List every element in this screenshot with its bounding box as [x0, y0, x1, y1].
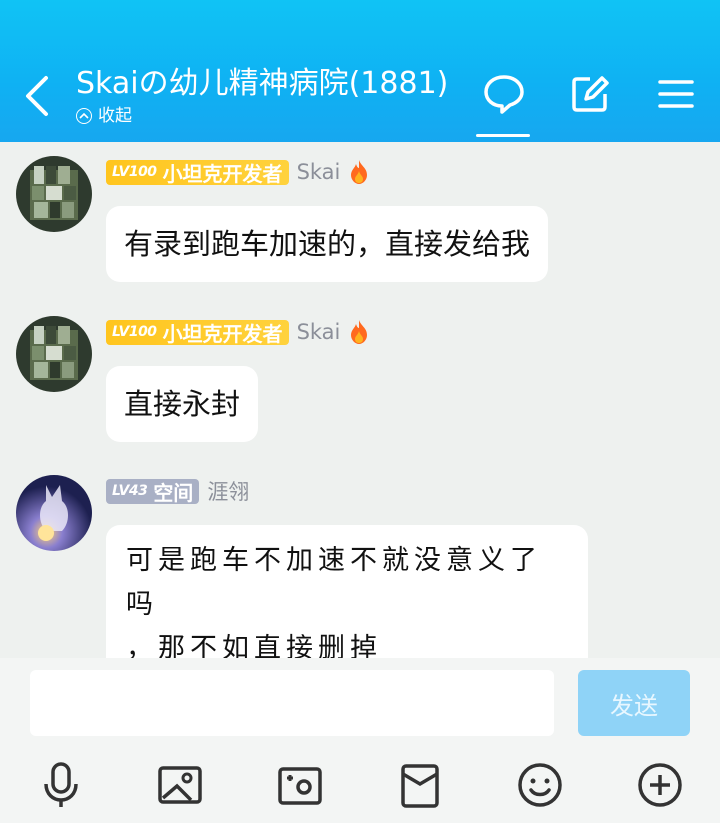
message-meta: LV43 空间 涯翎	[106, 476, 249, 506]
active-tab-indicator	[476, 134, 530, 137]
red-packet-icon[interactable]	[397, 760, 443, 810]
image-icon[interactable]	[157, 760, 203, 810]
plus-icon[interactable]	[637, 760, 683, 810]
group-title[interactable]: Skaiの幼儿精神病院(1881)	[76, 66, 448, 102]
avatar[interactable]	[16, 316, 92, 392]
collapse-toggle[interactable]: 收起	[76, 106, 132, 126]
chevron-up-icon	[76, 108, 92, 124]
fire-icon	[351, 160, 368, 184]
message-meta: LV100 小坦克开发者 Skai	[106, 159, 370, 186]
avatar[interactable]	[16, 156, 92, 232]
member-level-badge: LV43 空间	[106, 478, 200, 505]
message-bubble[interactable]: 直接永封	[106, 366, 259, 442]
microphone-icon[interactable]	[38, 760, 84, 810]
member-level-badge: LV100 小坦克开发者	[106, 319, 289, 346]
send-button[interactable]: 发送	[578, 670, 690, 736]
message-meta: LV100 小坦克开发者 Skai	[106, 319, 370, 346]
member-level-badge: LV100 小坦克开发者	[106, 159, 289, 186]
emoji-icon[interactable]	[517, 760, 563, 810]
back-icon[interactable]	[20, 74, 54, 118]
title-tag: 空间	[153, 480, 194, 505]
camera-icon[interactable]	[277, 760, 323, 810]
message-line: 可是跑车不加速不就没意义了吗	[126, 545, 542, 620]
title-tag: 小坦克开发者	[162, 161, 283, 186]
collapse-label: 收起	[98, 106, 132, 126]
menu-icon[interactable]	[654, 72, 698, 116]
sender-nickname[interactable]: 涯翎	[207, 476, 249, 506]
title-tag: 小坦克开发者	[162, 321, 283, 346]
message-input[interactable]	[30, 670, 554, 736]
sender-nickname[interactable]: Skai	[297, 320, 341, 344]
avatar[interactable]	[16, 475, 92, 551]
chat-bubble-icon[interactable]	[482, 72, 526, 116]
edit-icon[interactable]	[568, 72, 612, 116]
chat-header: Skaiの幼儿精神病院(1881) 收起	[0, 0, 720, 142]
fire-icon	[351, 320, 368, 344]
sender-nickname[interactable]: Skai	[297, 160, 341, 184]
message-bubble[interactable]: 有录到跑车加速的，直接发给我	[106, 206, 549, 282]
